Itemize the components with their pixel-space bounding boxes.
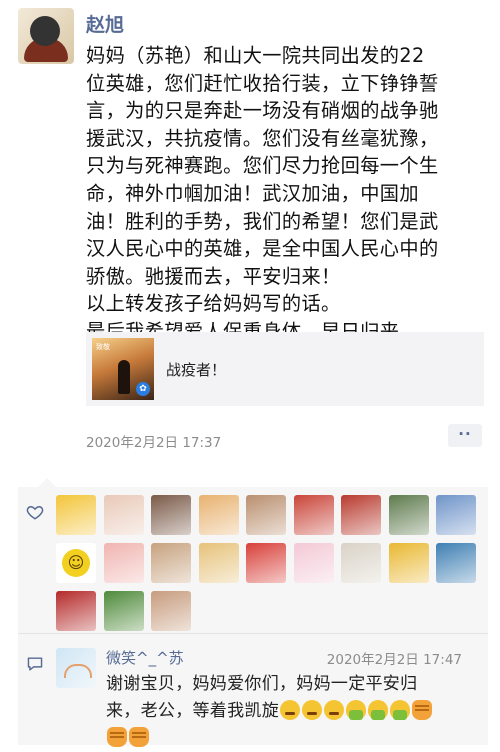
angry-face-icon <box>280 700 300 720</box>
commenter-avatar[interactable] <box>56 648 96 688</box>
post-timestamp: 2020年2月2日 17:37 <box>86 435 222 451</box>
angry-face-icon <box>302 700 322 720</box>
post-author-name[interactable]: 赵旭 <box>86 10 124 37</box>
commenter-name[interactable]: 微笑^_^苏 <box>106 647 184 668</box>
likes-panel: ☺ <box>18 478 488 633</box>
shared-link-card[interactable]: 致敬 ✿ 战疫者！ <box>86 332 484 406</box>
comment-icon <box>27 657 43 671</box>
comment-panel: 微笑^_^苏 2020年2月2日 17:47 谢谢宝贝，妈妈爱你们，妈妈一定平安… <box>18 634 488 747</box>
liker-avatar-yellow-balloons[interactable] <box>388 543 429 583</box>
liker-avatar-red-poster[interactable] <box>56 591 96 631</box>
comment-time: 2020年2月2日 17:47 <box>326 652 462 668</box>
liker-avatar-green-field[interactable] <box>103 591 144 631</box>
angry-face-icon <box>324 700 344 720</box>
liker-avatar-anime-girl[interactable] <box>293 543 334 583</box>
mask-face-icon <box>368 700 388 720</box>
thumbnail-caption: 致敬 <box>96 343 110 351</box>
liker-avatar-tower-sky[interactable] <box>436 495 476 535</box>
heart-outline-icon <box>26 505 44 520</box>
liker-avatar-flower-sketch[interactable] <box>341 543 381 583</box>
fist-icon <box>129 727 149 747</box>
liker-avatar-red-bus[interactable] <box>341 495 381 535</box>
mask-face-icon <box>390 700 410 720</box>
liker-avatar-boy-portrait[interactable] <box>151 543 191 583</box>
liker-avatar-man-outdoor[interactable] <box>388 495 429 535</box>
liker-avatar-red-flower[interactable] <box>246 543 286 583</box>
comment-text[interactable]: 谢谢宝贝，妈妈爱你们，妈妈一定平安归 来，老公，等着我凯旋 <box>106 671 486 752</box>
liker-avatar-red-cartoon[interactable] <box>293 495 334 535</box>
liker-avatar-sunset-field[interactable] <box>198 495 239 535</box>
fist-icon <box>107 727 127 747</box>
liker-avatar-baby-girl[interactable] <box>103 543 144 583</box>
liker-avatar-hands-heart[interactable] <box>103 495 144 535</box>
fist-icon <box>412 700 432 720</box>
mask-face-icon <box>346 700 366 720</box>
shared-link-title: 战疫者！ <box>166 361 227 379</box>
liker-avatar-chick[interactable] <box>56 495 96 535</box>
liker-avatar-palm-beach[interactable] <box>436 543 476 583</box>
more-options-button[interactable]: ·· <box>448 424 482 447</box>
liker-avatar-smiley[interactable]: ☺ <box>56 543 96 583</box>
post-body-text: 妈妈（苏艳）和山大一院共同出发的22 位英雄，您们赶忙收拾行装，立下铮铮誓 言，… <box>86 44 439 343</box>
liker-avatar-man-portrait[interactable] <box>151 495 191 535</box>
liker-avatar-gift-box[interactable] <box>198 543 239 583</box>
post-avatar[interactable] <box>18 8 74 64</box>
app-badge-icon: ✿ <box>136 382 150 396</box>
comment-text-line1: 谢谢宝贝，妈妈爱你们，妈妈一定平安归 <box>106 674 418 694</box>
shared-link-thumbnail: 致敬 ✿ <box>92 338 154 400</box>
liker-avatar-couple-photo[interactable] <box>151 591 191 631</box>
liker-avatar-kid-portrait[interactable] <box>246 495 286 535</box>
comment-text-line2: 来，老公，等着我凯旋 <box>106 701 279 721</box>
